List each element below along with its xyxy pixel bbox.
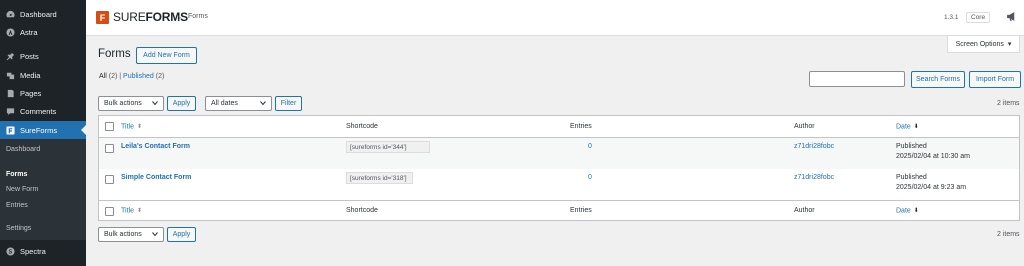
post-status: Published xyxy=(896,143,927,150)
filter-published-count: (2) xyxy=(155,73,165,80)
column-date[interactable]: Date ⬇ xyxy=(896,123,919,130)
screen-options-button[interactable]: Screen Options ▾ xyxy=(947,36,1020,53)
filter-all[interactable]: All xyxy=(99,73,107,80)
breadcrumb: Forms xyxy=(188,13,208,20)
breadcrumb-separator: › xyxy=(178,12,181,22)
sidebar-item-label: Posts xyxy=(20,51,39,61)
sidebar-item-label: Astra xyxy=(20,27,38,37)
author-link[interactable]: z71dri28fobc xyxy=(794,174,834,181)
sidebar-item-posts[interactable]: Posts xyxy=(0,47,86,65)
megaphone-icon[interactable] xyxy=(1006,11,1017,22)
sidebar-item-media[interactable]: Media xyxy=(0,66,86,84)
chevron-down-icon xyxy=(260,101,266,106)
sidebar-item-dashboard[interactable]: Dashboard xyxy=(0,5,86,23)
apply-button-top[interactable]: Apply xyxy=(167,96,196,111)
post-date: 2025/02/04 at 10:30 am xyxy=(896,153,970,160)
submenu-dashboard[interactable]: Dashboard xyxy=(6,146,40,153)
sidebar-item-label: Comments xyxy=(20,106,57,116)
chevron-down-icon: ▾ xyxy=(1007,41,1012,48)
spectra-icon xyxy=(5,246,15,256)
column-entries-footer: Entries xyxy=(570,207,592,214)
sureforms-icon xyxy=(5,125,15,135)
table-footer: Title ⬍ Shortcode Entries Author Date ⬇ xyxy=(99,200,1019,221)
post-status: Published xyxy=(896,174,927,181)
search-input[interactable] xyxy=(809,71,905,87)
comments-icon xyxy=(5,106,15,116)
items-count-top: 2 items xyxy=(997,100,1020,107)
table-header: Title ⬍ Shortcode Entries Author Date ⬇ xyxy=(99,116,1019,138)
column-date-footer[interactable]: Date ⬇ xyxy=(896,207,919,214)
media-icon xyxy=(5,70,15,80)
column-shortcode: Shortcode xyxy=(346,123,378,130)
sidebar-item-label: Pages xyxy=(20,88,42,98)
filter-all-count: (2) xyxy=(108,73,118,80)
table-row: Leila's Contact Form [sureforms id='344'… xyxy=(99,138,1019,169)
column-author: Author xyxy=(794,123,815,130)
row-checkbox[interactable] xyxy=(105,144,114,153)
pages-icon xyxy=(5,88,15,98)
submenu-settings[interactable]: Settings xyxy=(6,225,31,232)
sidebar-item-label: SureForms xyxy=(20,125,58,135)
sureforms-logo-icon: F xyxy=(96,11,109,24)
sureforms-submenu: Dashboard Forms New Form Entries Setting… xyxy=(0,139,86,240)
sidebar-item-astra[interactable]: Astra xyxy=(0,23,86,41)
column-title-footer[interactable]: Title ⬍ xyxy=(121,207,142,214)
chevron-down-icon xyxy=(152,101,158,106)
bulk-actions-select-bottom[interactable]: Bulk actions xyxy=(98,227,164,242)
submenu-forms[interactable]: Forms xyxy=(6,171,27,178)
items-count-bottom: 2 items xyxy=(997,231,1020,238)
sidebar-item-spectra[interactable]: Spectra xyxy=(0,242,86,260)
sidebar-item-label: Spectra xyxy=(20,246,46,256)
column-author-footer: Author xyxy=(794,207,815,214)
sort-desc-icon: ⬇ xyxy=(913,124,919,130)
sort-desc-icon: ⬇ xyxy=(913,208,919,214)
submenu-new-form[interactable]: New Form xyxy=(6,186,38,193)
sidebar-item-sureforms[interactable]: SureForms xyxy=(0,121,86,139)
version-label: 1.3.1 xyxy=(944,14,959,21)
add-new-form-button[interactable]: Add New Form xyxy=(136,47,197,64)
chevron-down-icon xyxy=(152,232,158,237)
submenu-entries[interactable]: Entries xyxy=(6,202,28,209)
sureforms-logo: SUREFORMS xyxy=(113,10,188,24)
sidebar-item-label: Media xyxy=(20,70,41,80)
entries-count[interactable]: 0 xyxy=(588,143,592,150)
select-all-checkbox[interactable] xyxy=(105,122,114,131)
page-title: Forms xyxy=(98,48,131,60)
entries-count[interactable]: 0 xyxy=(588,174,592,181)
post-date: 2025/02/04 at 9:23 am xyxy=(896,184,967,191)
pin-icon xyxy=(5,51,15,61)
filter-published[interactable]: Published xyxy=(123,73,154,80)
active-caret xyxy=(81,125,86,135)
search-forms-button[interactable]: Search Forms xyxy=(911,71,965,88)
plugin-header: F SUREFORMS › Forms 1.3.1 Core xyxy=(86,0,1024,36)
admin-sidebar: Dashboard Astra Posts Media Pages Commen… xyxy=(0,0,86,266)
sort-icon: ⬍ xyxy=(136,124,142,130)
filter-separator: | xyxy=(119,73,122,80)
apply-button-bottom[interactable]: Apply xyxy=(167,227,196,242)
column-entries: Entries xyxy=(570,123,592,130)
column-shortcode-footer: Shortcode xyxy=(346,207,378,214)
shortcode-value[interactable]: [sureforms id='344'] xyxy=(346,141,430,153)
core-badge: Core xyxy=(966,12,991,23)
form-title-link[interactable]: Simple Contact Form xyxy=(121,174,191,181)
sidebar-item-comments[interactable]: Comments xyxy=(0,102,86,120)
form-title-link[interactable]: Leila's Contact Form xyxy=(121,143,190,150)
sort-icon: ⬍ xyxy=(136,208,142,214)
sidebar-item-pages[interactable]: Pages xyxy=(0,84,86,102)
filter-button[interactable]: Filter xyxy=(275,96,302,111)
status-filters: All (2) | Published (2) xyxy=(99,73,164,80)
row-checkbox[interactable] xyxy=(105,175,114,184)
author-link[interactable]: z71dri28fobc xyxy=(794,143,834,150)
dates-select[interactable]: All dates xyxy=(205,96,272,111)
sidebar-item-label: Dashboard xyxy=(20,9,57,19)
astra-icon xyxy=(5,27,15,37)
forms-table: Title ⬍ Shortcode Entries Author Date ⬇ Le… xyxy=(98,115,1020,221)
select-all-checkbox-footer[interactable] xyxy=(105,207,114,216)
column-title[interactable]: Title ⬍ xyxy=(121,123,142,130)
table-row: Simple Contact Form [sureforms id='318']… xyxy=(99,169,1019,200)
dashboard-icon xyxy=(5,9,15,19)
bulk-actions-select-top[interactable]: Bulk actions xyxy=(98,96,164,111)
shortcode-value[interactable]: [sureforms id='318'] xyxy=(346,172,413,184)
import-form-button[interactable]: Import Form xyxy=(969,71,1021,88)
